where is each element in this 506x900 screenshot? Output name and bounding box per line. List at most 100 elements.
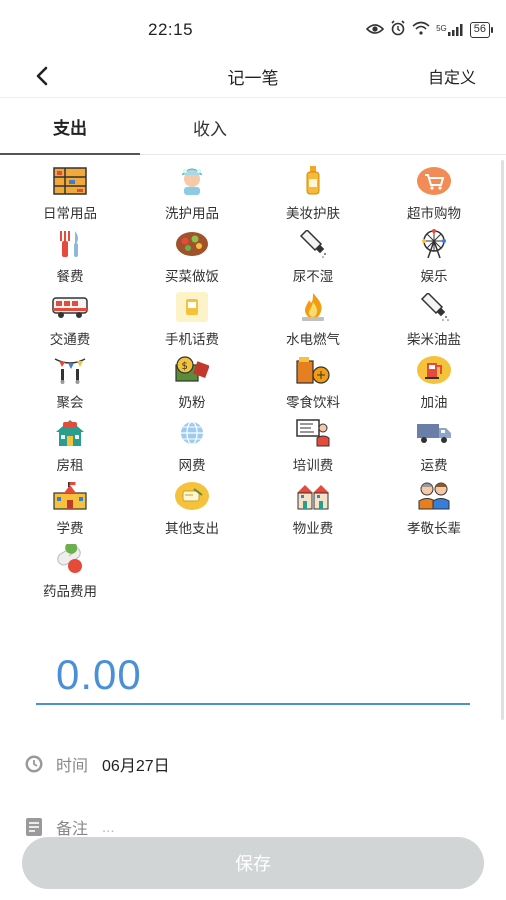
card-icon — [174, 481, 210, 511]
ferris-wheel-icon — [416, 229, 452, 259]
category-groceries[interactable]: 买菜做饭 — [132, 229, 252, 289]
category-daily-goods[interactable]: 日常用品 — [10, 166, 130, 226]
tab-expense[interactable]: 支出 — [0, 99, 140, 155]
status-icons: 5G 56 — [365, 20, 494, 39]
category-label: 日常用品 — [43, 206, 97, 221]
category-label: 娱乐 — [420, 269, 448, 284]
nav-bar: 记一笔 自定义 — [0, 56, 506, 98]
category-staples[interactable]: 柴米油盐 — [374, 292, 494, 352]
category-label: 网费 — [178, 458, 206, 473]
category-medicine[interactable]: 药品费用 — [10, 544, 130, 604]
category-elders[interactable]: 孝敬长辈 — [374, 481, 494, 541]
category-label: 交通费 — [49, 332, 91, 347]
category-label: 加油 — [420, 395, 448, 410]
date-value: 06月27日 — [102, 758, 170, 775]
category-supermarket[interactable]: 超市购物 — [374, 166, 494, 226]
eye-icon — [365, 22, 385, 38]
party-icon — [52, 355, 88, 385]
shopping-cart-icon — [416, 166, 452, 196]
elders-icon — [416, 481, 452, 511]
category-label: 孝敬长辈 — [407, 521, 461, 536]
shelf-icon — [52, 166, 88, 196]
drink-icon — [295, 355, 331, 385]
category-label: 餐费 — [56, 269, 84, 284]
note-row[interactable]: 备注 ... — [24, 815, 115, 839]
food-bowl-icon — [174, 229, 210, 259]
signal-icon: 5G — [436, 23, 464, 36]
category-label: 尿不湿 — [292, 269, 334, 284]
fork-knife-icon — [52, 229, 88, 259]
network-type: 5G — [436, 23, 447, 33]
category-toiletries[interactable]: 洗护用品 — [132, 166, 252, 226]
date-label: 时间 — [56, 758, 89, 775]
category-label: 美妆护肤 — [286, 206, 340, 221]
scrollbar[interactable] — [501, 160, 504, 720]
house-icon — [52, 418, 88, 448]
buildings-icon — [295, 481, 331, 511]
globe-icon — [174, 418, 210, 448]
category-label: 房租 — [56, 458, 84, 473]
wifi-icon — [412, 21, 430, 38]
shower-icon — [174, 166, 210, 196]
clock-icon — [24, 754, 44, 774]
amount-field[interactable]: 0.00 — [36, 645, 470, 705]
category-party[interactable]: 聚会 — [10, 355, 130, 415]
category-label: 水电燃气 — [286, 332, 340, 347]
category-shipping[interactable]: 运费 — [374, 418, 494, 478]
fuel-pump-icon — [416, 355, 452, 385]
school-icon — [52, 481, 88, 511]
date-row[interactable]: 时间 06月27日 — [24, 752, 170, 776]
category-label: 学费 — [56, 521, 84, 536]
category-label: 物业费 — [292, 521, 334, 536]
status-time: 22:15 — [148, 20, 194, 39]
customize-button[interactable]: 自定义 — [428, 64, 476, 88]
category-snacks[interactable]: 零食饮料 — [253, 355, 373, 415]
category-label: 手机话费 — [165, 332, 219, 347]
tab-income[interactable]: 收入 — [140, 99, 280, 155]
battery-indicator: 56 — [469, 21, 494, 38]
note-icon — [24, 817, 44, 837]
category-utilities[interactable]: 水电燃气 — [253, 292, 373, 352]
category-label: 柴米油盐 — [407, 332, 461, 347]
category-label: 超市购物 — [407, 206, 461, 221]
category-label: 其他支出 — [165, 521, 219, 536]
lotion-bottle-icon — [295, 166, 331, 196]
category-meals[interactable]: 餐费 — [10, 229, 130, 289]
type-tabs: 支出 收入 — [0, 99, 506, 155]
pills-icon — [52, 544, 88, 574]
category-label: 奶粉 — [178, 395, 206, 410]
note-label: 备注 — [56, 821, 89, 838]
amount-value: 0.00 — [56, 651, 142, 698]
category-label: 聚会 — [56, 395, 84, 410]
save-button[interactable]: 保存 — [22, 837, 484, 889]
svg-text:$: $ — [182, 361, 188, 372]
salt-icon — [416, 292, 452, 322]
category-diapers[interactable]: 尿不湿 — [253, 229, 373, 289]
category-formula[interactable]: $ 奶粉 — [132, 355, 252, 415]
category-label: 买菜做饭 — [165, 269, 219, 284]
category-training[interactable]: 培训费 — [253, 418, 373, 478]
category-label: 药品费用 — [43, 584, 97, 599]
status-bar: 22:15 5G 56 — [0, 0, 506, 56]
category-fuel[interactable]: 加油 — [374, 355, 494, 415]
category-tuition[interactable]: 学费 — [10, 481, 130, 541]
teacher-icon — [295, 418, 331, 448]
money-icon: $ — [174, 355, 210, 385]
category-cosmetics[interactable]: 美妆护肤 — [253, 166, 373, 226]
phone-icon — [174, 292, 210, 322]
category-other-expense[interactable]: 其他支出 — [132, 481, 252, 541]
category-transport[interactable]: 交通费 — [10, 292, 130, 352]
flame-icon — [295, 292, 331, 322]
category-label: 培训费 — [292, 458, 334, 473]
category-label: 洗护用品 — [165, 206, 219, 221]
category-label: 零食饮料 — [286, 395, 340, 410]
category-phone-bill[interactable]: 手机话费 — [132, 292, 252, 352]
category-entertainment[interactable]: 娱乐 — [374, 229, 494, 289]
category-property-fee[interactable]: 物业费 — [253, 481, 373, 541]
note-input[interactable]: ... — [102, 819, 115, 836]
category-internet[interactable]: 网费 — [132, 418, 252, 478]
category-rent[interactable]: 房租 — [10, 418, 130, 478]
category-label: 运费 — [420, 458, 448, 473]
bus-icon — [52, 292, 88, 322]
tube-icon — [295, 229, 331, 259]
